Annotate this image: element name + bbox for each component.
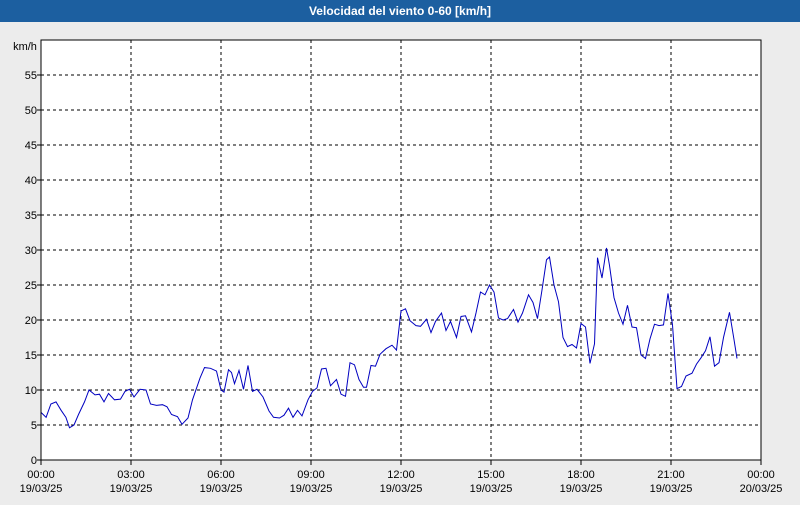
x-tick-date-label: 19/03/25 (470, 483, 513, 495)
y-tick-label: 35 (25, 210, 37, 222)
x-tick-time-label: 00:00 (747, 469, 775, 481)
x-tick-time-label: 00:00 (27, 469, 55, 481)
y-axis-label: km/h (13, 41, 37, 53)
x-tick-date-label: 19/03/25 (650, 483, 693, 495)
x-tick-date-label: 19/03/25 (200, 483, 243, 495)
x-tick-time-label: 09:00 (297, 469, 325, 481)
x-tick-date-label: 20/03/25 (740, 483, 783, 495)
x-tick-time-label: 21:00 (657, 469, 685, 481)
x-tick-time-label: 06:00 (207, 469, 235, 481)
x-tick-time-label: 15:00 (477, 469, 505, 481)
y-tick-label: 0 (31, 455, 37, 467)
y-tick-label: 15 (25, 350, 37, 362)
wind-speed-chart: 0 5 10 15 20 25 30 35 40 45 50 55 00:00 19/03/25 03:00… (13, 39, 783, 495)
chart-area: 0 5 10 15 20 25 30 35 40 45 50 55 00:00 19/03/25 03:00… (0, 22, 800, 500)
y-tick-label: 30 (25, 245, 37, 257)
y-tick-label: 25 (25, 280, 37, 292)
y-tick-label: 50 (25, 105, 37, 117)
x-tick-date-label: 19/03/25 (20, 483, 63, 495)
x-tick-date-label: 19/03/25 (110, 483, 153, 495)
x-tick-date-label: 19/03/25 (290, 483, 333, 495)
y-tick-label: 5 (31, 420, 37, 432)
y-tick-label: 20 (25, 315, 37, 327)
y-tick-label: 10 (25, 385, 37, 397)
x-tick-time-label: 03:00 (117, 469, 145, 481)
x-tick-date-label: 19/03/25 (380, 483, 423, 495)
chart-title: Velocidad del viento 0-60 [km/h] (0, 0, 800, 22)
x-tick-time-label: 12:00 (387, 469, 415, 481)
y-tick-label: 40 (25, 175, 37, 187)
x-tick-date-label: 19/03/25 (560, 483, 603, 495)
y-tick-label: 45 (25, 140, 37, 152)
y-tick-label: 55 (25, 70, 37, 82)
x-tick-time-label: 18:00 (567, 469, 595, 481)
